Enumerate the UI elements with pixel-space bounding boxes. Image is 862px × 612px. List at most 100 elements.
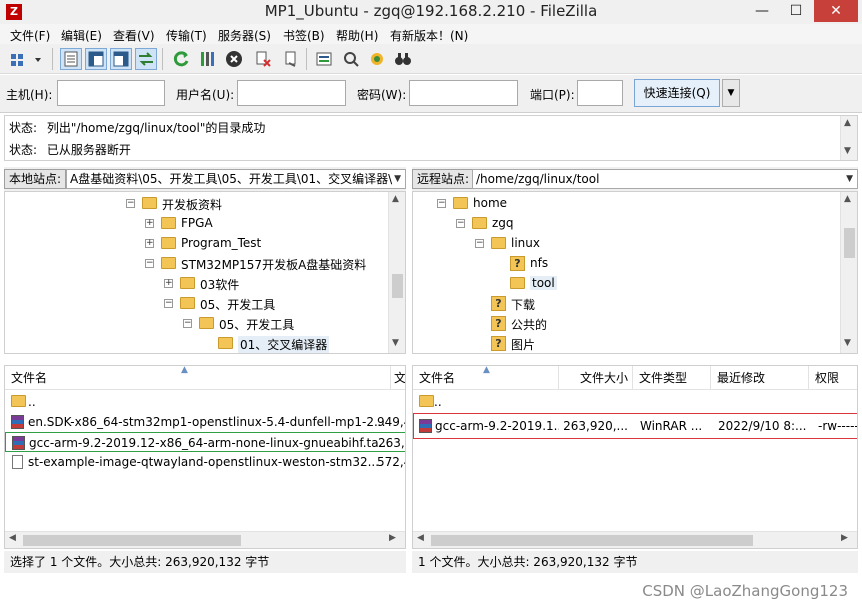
close-button[interactable]: ✕ bbox=[814, 0, 858, 22]
menu-new-version[interactable]: 有新版本！(N) bbox=[390, 27, 468, 44]
remote-path-combo[interactable]: /home/zgq/linux/tool ▼ bbox=[472, 169, 858, 189]
collapse-icon[interactable]: − bbox=[164, 299, 173, 308]
local-file-list[interactable]: ▲ 文件名 文 ◀ ▶ .. en.SDK-x86_64-stm32mp1-ope… bbox=[4, 365, 406, 549]
remote-tree-scrollbar[interactable]: ▲ ▼ bbox=[840, 192, 857, 353]
scroll-right-icon[interactable]: ▶ bbox=[841, 533, 848, 543]
toggle-log-icon[interactable] bbox=[60, 48, 82, 70]
file-row[interactable]: .. bbox=[413, 392, 857, 412]
collapse-icon[interactable]: − bbox=[145, 259, 154, 268]
minimize-button[interactable]: — bbox=[746, 0, 778, 22]
tree-node[interactable]: + FPGA bbox=[5, 214, 405, 234]
column-permissions[interactable]: 权限 bbox=[809, 366, 857, 390]
file-row[interactable]: st-example-image-qtwayland-openstlinux-w… bbox=[5, 452, 405, 472]
tree-node[interactable]: 01、交叉编译器 bbox=[5, 334, 405, 353]
expand-icon[interactable]: + bbox=[164, 279, 173, 288]
menu-file[interactable]: 文件(F) bbox=[10, 27, 50, 44]
collapse-icon[interactable]: − bbox=[456, 219, 465, 228]
scroll-thumb[interactable] bbox=[431, 535, 753, 546]
compare-icon[interactable] bbox=[366, 48, 388, 70]
tree-node[interactable]: − 05、开发工具 bbox=[5, 294, 405, 314]
log-scrollbar[interactable]: ▲ ▼ bbox=[840, 116, 857, 160]
local-list-hscrollbar[interactable]: ◀ ▶ bbox=[5, 531, 405, 548]
quickconnect-dropdown-button[interactable]: ▼ bbox=[722, 79, 740, 107]
search-icon[interactable] bbox=[340, 48, 362, 70]
port-input[interactable] bbox=[577, 80, 623, 106]
scroll-down-icon[interactable]: ▼ bbox=[844, 338, 851, 348]
username-input[interactable] bbox=[237, 80, 346, 106]
scroll-up-icon[interactable]: ▲ bbox=[844, 194, 851, 204]
column-size[interactable]: 文 bbox=[391, 366, 405, 390]
file-row[interactable]: gcc-arm-9.2-2019.12-x86_64-arm-none-linu… bbox=[5, 432, 405, 452]
tree-node[interactable]: − 05、开发工具 bbox=[5, 314, 405, 334]
menu-bookmarks[interactable]: 书签(B) bbox=[283, 27, 325, 44]
refresh-icon[interactable] bbox=[170, 48, 192, 70]
column-modified[interactable]: 最近修改 bbox=[711, 366, 809, 390]
local-directory-tree[interactable]: 02、STM32开发工具01、交叉编译器−05、开发工具−05、开发工具+03软… bbox=[4, 191, 406, 354]
scroll-thumb[interactable] bbox=[844, 228, 855, 258]
toggle-queue-icon[interactable] bbox=[135, 48, 157, 70]
tree-node[interactable]: − zgq bbox=[413, 214, 857, 234]
tree-node[interactable]: ? 公共的 bbox=[413, 314, 857, 334]
menu-view[interactable]: 查看(V) bbox=[113, 27, 155, 44]
scroll-thumb[interactable] bbox=[392, 274, 403, 298]
toggle-remote-tree-icon[interactable] bbox=[110, 48, 132, 70]
column-filetype[interactable]: 文件类型 bbox=[633, 366, 711, 390]
host-input[interactable] bbox=[57, 80, 165, 106]
scroll-down-icon[interactable]: ▼ bbox=[392, 338, 399, 348]
collapse-icon[interactable]: − bbox=[437, 199, 446, 208]
tree-node[interactable]: tool bbox=[413, 274, 857, 294]
scroll-up-icon[interactable]: ▲ bbox=[844, 118, 851, 128]
remote-directory-tree[interactable]: ?文档?图片?公共的?下载tool?nfs−linux−zgq−home ▲ ▼ bbox=[412, 191, 858, 354]
maximize-button[interactable]: ☐ bbox=[780, 0, 812, 22]
scroll-right-icon[interactable]: ▶ bbox=[389, 533, 396, 543]
tree-node[interactable]: + Program_Test bbox=[5, 234, 405, 254]
collapse-icon[interactable]: − bbox=[126, 199, 135, 208]
remote-file-list[interactable]: ▲ 文件名 文件大小 文件类型 最近修改 权限 ◀ ▶ .. gcc-arm-9.… bbox=[412, 365, 858, 549]
local-path-combo[interactable]: A盘基础资料\05、开发工具\05、开发工具\01、交叉编译器\ ▼ bbox=[66, 169, 406, 189]
scroll-up-icon[interactable]: ▲ bbox=[392, 194, 399, 204]
scroll-left-icon[interactable]: ◀ bbox=[417, 533, 424, 543]
collapse-icon[interactable]: − bbox=[183, 319, 192, 328]
scroll-thumb[interactable] bbox=[23, 535, 241, 546]
site-manager-icon[interactable] bbox=[8, 48, 30, 70]
disconnect-icon[interactable] bbox=[252, 48, 274, 70]
local-tree-scrollbar[interactable]: ▲ ▼ bbox=[388, 192, 405, 353]
chevron-down-icon[interactable]: ▼ bbox=[846, 170, 853, 188]
file-row[interactable]: gcc-arm-9.2-2019.1... 263,920,... WinRAR .… bbox=[413, 413, 857, 439]
toggle-local-tree-icon[interactable] bbox=[85, 48, 107, 70]
file-row[interactable]: .. bbox=[5, 392, 405, 412]
process-queue-icon[interactable] bbox=[196, 48, 218, 70]
tree-node[interactable]: − home bbox=[413, 194, 857, 214]
password-label: 密码(W): bbox=[357, 88, 407, 102]
file-row[interactable]: en.SDK-x86_64-stm32mp1-openstlinux-5.4-d… bbox=[5, 412, 405, 432]
column-filesize[interactable]: 文件大小 bbox=[559, 366, 633, 390]
menu-transfer[interactable]: 传输(T) bbox=[166, 27, 207, 44]
reconnect-icon[interactable] bbox=[280, 48, 302, 70]
quickconnect-button[interactable]: 快速连接(Q) bbox=[634, 79, 720, 107]
scroll-left-icon[interactable]: ◀ bbox=[9, 533, 16, 543]
tree-node[interactable]: ? 下载 bbox=[413, 294, 857, 314]
menu-edit[interactable]: 编辑(E) bbox=[61, 27, 102, 44]
remote-list-hscrollbar[interactable]: ◀ ▶ bbox=[413, 531, 857, 548]
column-filename[interactable]: ▲ 文件名 bbox=[413, 366, 559, 390]
tree-node[interactable]: ? 图片 bbox=[413, 334, 857, 353]
tree-node[interactable]: +03软件 bbox=[5, 274, 405, 294]
dropdown-arrow-icon[interactable] bbox=[32, 48, 44, 70]
password-input[interactable] bbox=[409, 80, 518, 106]
tree-node[interactable]: ? nfs bbox=[413, 254, 857, 274]
menu-server[interactable]: 服务器(S) bbox=[218, 27, 271, 44]
tree-node[interactable]: − STM32MP157开发板A盘基础资料 bbox=[5, 254, 405, 274]
cancel-icon[interactable] bbox=[223, 48, 245, 70]
scroll-down-icon[interactable]: ▼ bbox=[844, 146, 851, 156]
collapse-icon[interactable]: − bbox=[475, 239, 484, 248]
tree-node[interactable]: − 开发板资料 bbox=[5, 194, 405, 214]
expand-icon[interactable]: + bbox=[145, 239, 154, 248]
menu-help[interactable]: 帮助(H) bbox=[336, 27, 378, 44]
filter-icon[interactable] bbox=[313, 48, 335, 70]
chevron-down-icon[interactable]: ▼ bbox=[394, 170, 401, 188]
tree-node[interactable]: − linux bbox=[413, 234, 857, 254]
folder-icon bbox=[161, 237, 176, 249]
binoculars-icon[interactable] bbox=[392, 48, 414, 70]
expand-icon[interactable]: + bbox=[145, 219, 154, 228]
column-filename[interactable]: ▲ 文件名 bbox=[5, 366, 391, 390]
